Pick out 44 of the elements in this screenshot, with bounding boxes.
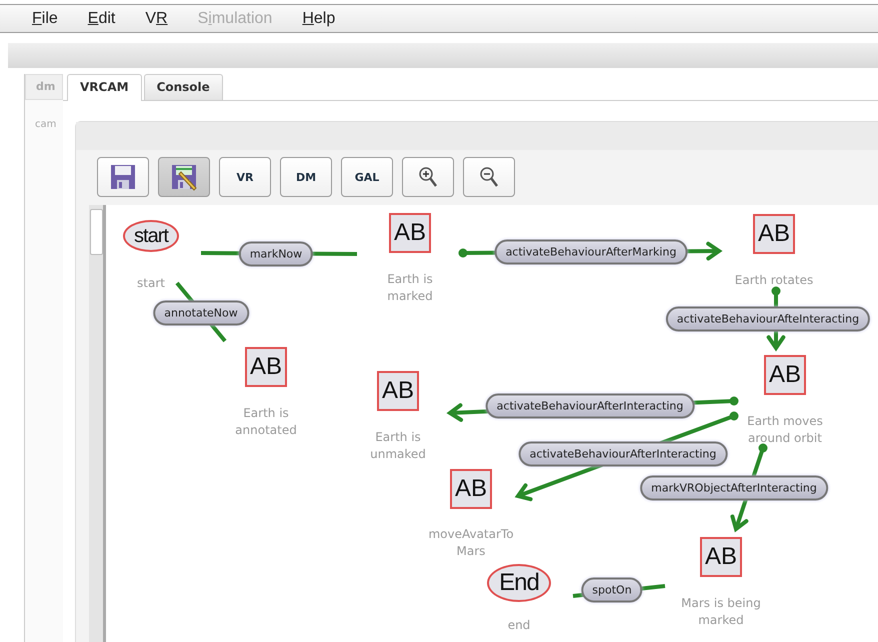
menu-item[interactable]: Help: [302, 10, 336, 28]
node-caption: Earth is annotated: [235, 405, 297, 439]
end-node[interactable]: End: [487, 564, 551, 602]
node-caption: Earth is unmaked: [370, 429, 426, 463]
zoom-in-icon: [418, 166, 438, 188]
node-caption: Mars is being marked: [681, 595, 761, 629]
state-node[interactable]: AB: [753, 214, 795, 254]
save-as-button[interactable]: [158, 157, 210, 197]
state-node[interactable]: AB: [389, 213, 431, 253]
transition-label[interactable]: markNow: [238, 242, 314, 266]
toolbar-button[interactable]: VR: [219, 157, 271, 197]
node-caption: end: [508, 617, 530, 634]
state-node[interactable]: AB: [377, 371, 419, 411]
transition-label[interactable]: activateBehaviourAfterMarking: [494, 240, 688, 264]
transition-label[interactable]: activateBehaviourAfterInteracting: [518, 442, 728, 466]
transition-label[interactable]: spotOn: [581, 578, 643, 602]
transition-label[interactable]: activateBehaviourAfterInteracting: [486, 394, 694, 418]
node-caption: Earth moves around orbit: [747, 413, 823, 447]
menu-item[interactable]: File: [32, 10, 58, 28]
transition-label[interactable]: markVRObjectAfterInteracting: [640, 476, 828, 500]
scroll-thumb[interactable]: [90, 209, 103, 255]
transition-label[interactable]: activateBehaviourAfteInteracting: [666, 306, 870, 332]
state-node[interactable]: AB: [764, 355, 806, 395]
save-button[interactable]: [97, 157, 149, 197]
tab[interactable]: VRCAM: [67, 74, 142, 102]
node-caption: moveAvatarTo Mars: [428, 526, 514, 560]
node-caption: start: [137, 275, 165, 292]
zoom-in-button[interactable]: [402, 157, 454, 197]
state-node[interactable]: AB: [245, 347, 287, 387]
zoom-out-button[interactable]: [463, 157, 515, 197]
toolbar-button[interactable]: GAL: [341, 157, 393, 197]
menu-item[interactable]: VR: [145, 10, 168, 28]
menu-item[interactable]: Edit: [88, 10, 116, 28]
state-node[interactable]: AB: [700, 537, 742, 577]
floppy-pencil-icon: [169, 162, 199, 192]
zoom-out-icon: [479, 166, 499, 188]
scrollbar[interactable]: [89, 205, 106, 642]
node-caption: Earth rotates: [734, 272, 814, 289]
toolbar-button[interactable]: DM: [280, 157, 332, 197]
start-node[interactable]: start: [123, 220, 179, 252]
transition-label[interactable]: annotateNow: [153, 300, 249, 326]
tab[interactable]: Console: [144, 74, 223, 100]
node-caption: Earth is marked: [387, 271, 433, 305]
state-node[interactable]: AB: [450, 469, 492, 509]
